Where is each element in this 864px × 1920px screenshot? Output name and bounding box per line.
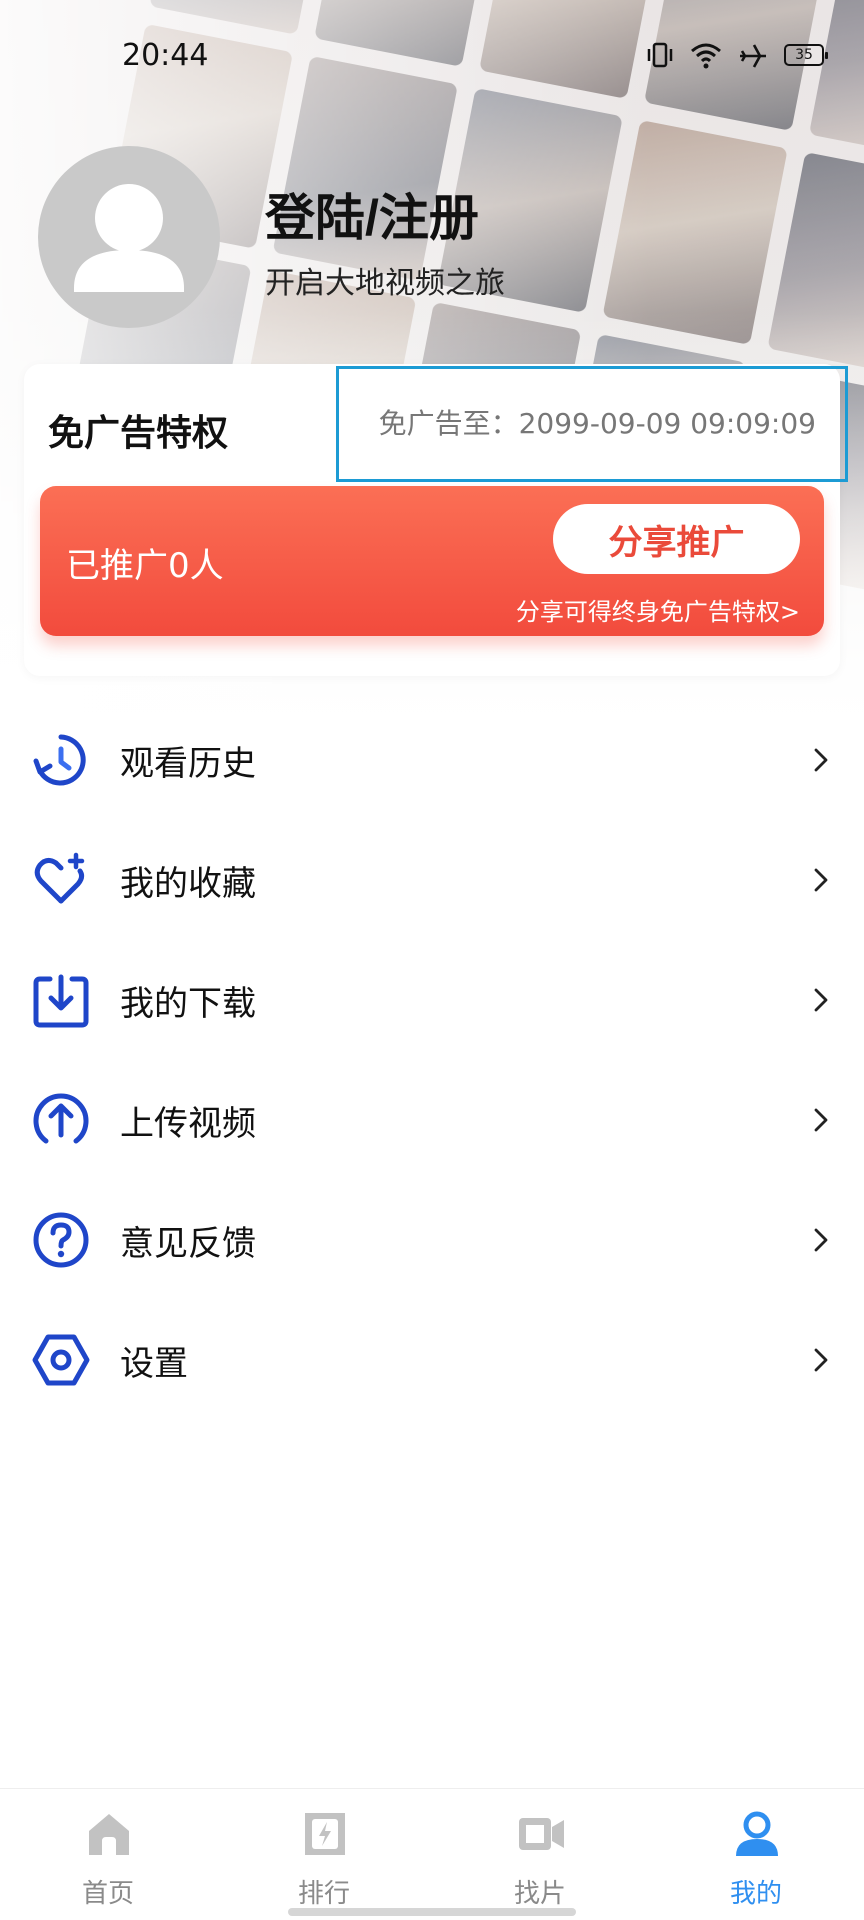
video-camera-icon xyxy=(519,1818,564,1850)
tab-label: 首页 xyxy=(81,1879,134,1909)
tab-home[interactable]: 首页 xyxy=(0,1789,216,1920)
tab-find-videos[interactable]: 找片 xyxy=(432,1789,648,1920)
share-note-link[interactable]: 分享可得终身免广告特权> xyxy=(460,592,800,627)
chevron-right-icon xyxy=(814,868,828,892)
tab-ranking[interactable]: 排行 xyxy=(216,1789,432,1920)
airplane-icon xyxy=(740,44,766,68)
user-icon xyxy=(736,1811,778,1856)
chevron-right-icon xyxy=(814,988,828,1012)
home-icon xyxy=(89,1814,129,1855)
chevron-right-icon xyxy=(814,1348,828,1372)
menu-label: 意见反馈 xyxy=(120,1223,256,1264)
default-user-icon xyxy=(74,184,184,292)
tab-label: 找片 xyxy=(513,1879,566,1909)
menu-label: 我的下载 xyxy=(120,983,256,1024)
tab-label: 我的 xyxy=(729,1879,782,1909)
history-icon xyxy=(33,734,86,786)
menu-label: 设置 xyxy=(120,1343,188,1384)
chevron-right-icon xyxy=(814,1228,828,1252)
ad-free-until-highlight xyxy=(336,366,848,482)
menu-item-settings[interactable]: 设置 xyxy=(0,1300,864,1420)
chevron-right-icon xyxy=(814,1108,828,1132)
share-promote-button[interactable]: 分享推广 xyxy=(553,504,800,574)
promoted-count: 已推广0人 xyxy=(66,546,224,586)
menu-label: 我的收藏 xyxy=(120,863,256,904)
menu-item-favorites[interactable]: 我的收藏 xyxy=(0,820,864,940)
battery-level: 35 xyxy=(795,47,813,63)
menu-item-downloads[interactable]: 我的下载 xyxy=(0,940,864,1060)
status-time: 20:44 xyxy=(122,37,209,73)
menu-item-upload[interactable]: 上传视频 xyxy=(0,1060,864,1180)
favorite-heart-icon xyxy=(34,852,85,904)
chevron-right-icon xyxy=(814,748,828,772)
settings-hexagon-icon xyxy=(32,1334,90,1386)
tab-mine[interactable]: 我的 xyxy=(648,1789,864,1920)
vibrate-icon xyxy=(647,42,673,68)
bottom-navigation: 首页 排行 找片 我的 xyxy=(0,1788,864,1920)
wifi-icon xyxy=(691,43,721,69)
ad-free-title: 免广告特权 xyxy=(48,413,229,454)
login-register-link[interactable]: 登陆/注册 xyxy=(265,178,479,250)
menu-item-feedback[interactable]: 意见反馈 xyxy=(0,1180,864,1300)
battery-icon: 35 xyxy=(784,44,828,66)
menu-item-history[interactable]: 观看历史 xyxy=(0,700,864,820)
menu-label: 观看历史 xyxy=(120,743,256,784)
tab-label: 排行 xyxy=(297,1879,350,1909)
help-question-icon xyxy=(33,1212,89,1268)
upload-icon xyxy=(33,1093,89,1144)
status-bar: 20:44 35 xyxy=(0,0,864,110)
ranking-icon xyxy=(305,1813,345,1855)
download-icon xyxy=(33,974,89,1028)
profile-subtitle: 开启大地视频之旅 xyxy=(265,266,505,301)
avatar[interactable] xyxy=(38,146,220,328)
home-indicator xyxy=(288,1908,576,1916)
menu-label: 上传视频 xyxy=(120,1103,256,1144)
